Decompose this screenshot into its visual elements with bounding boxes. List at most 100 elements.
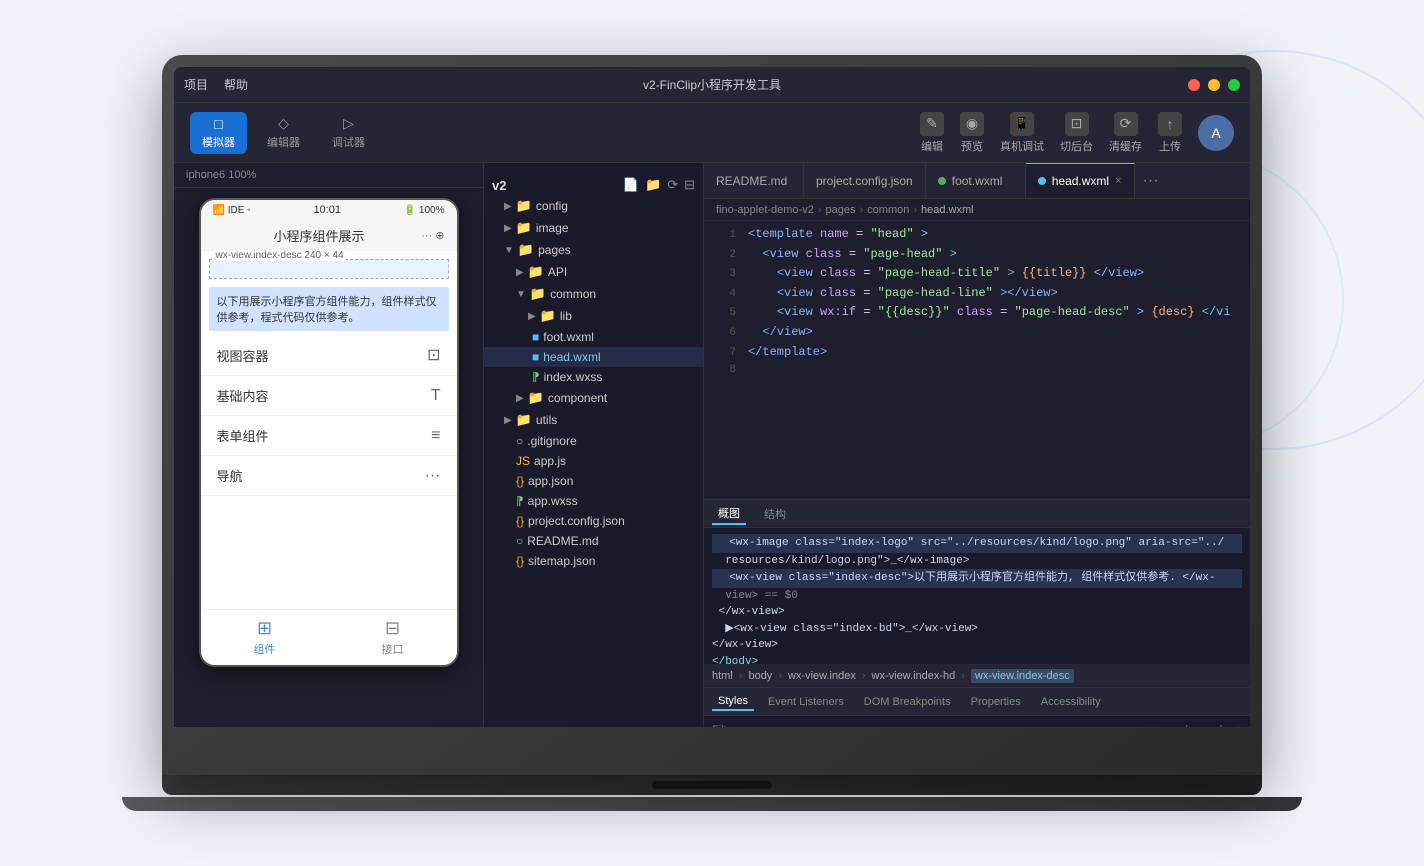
json-icon-app: {} bbox=[516, 474, 524, 488]
code-line-1: 1 <template name = "head" > bbox=[704, 225, 1250, 245]
code-editor-main[interactable]: 1 <template name = "head" > bbox=[704, 221, 1250, 499]
list-item-nav[interactable]: 导航 ··· bbox=[201, 456, 457, 496]
file-tree-actions: 📄 📁 ⟳ ⊟ bbox=[623, 177, 695, 193]
tab-project-config-label: project.config.json bbox=[816, 174, 913, 188]
refresh-icon[interactable]: ⟳ bbox=[667, 177, 678, 193]
inspector-tab-styles[interactable]: Styles bbox=[712, 693, 754, 711]
phone-title: 小程序组件展示 bbox=[274, 226, 365, 245]
editor-content: 1 <template name = "head" > bbox=[704, 221, 1250, 727]
upload-action[interactable]: ↑ 上传 bbox=[1158, 112, 1182, 154]
file-item-project-config[interactable]: {} project.config.json bbox=[484, 511, 703, 531]
inspector-tab-dom-breakpoints[interactable]: DOM Breakpoints bbox=[858, 694, 957, 710]
bottom-code-view[interactable]: <wx-image class="index-logo" src="../res… bbox=[704, 528, 1250, 664]
file-item-app-js[interactable]: JS app.js bbox=[484, 451, 703, 471]
dom-item-wx-view-index-hd[interactable]: wx-view.index-hd bbox=[872, 670, 956, 682]
filter-hint-hov[interactable]: :hov bbox=[1182, 724, 1203, 727]
edit-action[interactable]: ✎ 编辑 bbox=[920, 112, 944, 154]
simulator-label: 模拟器 bbox=[202, 134, 235, 150]
phone-nav-components[interactable]: ⊞ 组件 bbox=[201, 610, 329, 665]
preview-action[interactable]: ◉ 预览 bbox=[960, 112, 984, 154]
list-item-basic[interactable]: 基础内容 T bbox=[201, 376, 457, 416]
new-folder-icon[interactable]: 📁 bbox=[645, 177, 661, 193]
toolbar-left: □ 模拟器 ◇ 编辑器 ▷ 调试器 bbox=[190, 111, 377, 154]
real-debug-action[interactable]: 📱 真机调试 bbox=[1000, 112, 1044, 154]
file-item-app-json[interactable]: {} app.json bbox=[484, 471, 703, 491]
phone-nav-interface[interactable]: ⊟ 接口 bbox=[329, 610, 457, 665]
collapse-icon[interactable]: ⊟ bbox=[684, 177, 695, 193]
inspector-tab-event-listeners[interactable]: Event Listeners bbox=[762, 694, 850, 710]
file-item-lib[interactable]: ▶ 📁 lib bbox=[484, 305, 703, 327]
bottom-code-text-desc: <wx-view class="index-desc">以下用展示小程序官方组件… bbox=[716, 572, 1215, 584]
code-line-3: 3 <view class = "page-head-title" > {{ti… bbox=[704, 264, 1250, 284]
chevron-icon-api: ▶ bbox=[516, 267, 524, 278]
background-action[interactable]: ⊡ 切后台 bbox=[1060, 112, 1093, 154]
js-icon-app: JS bbox=[516, 454, 530, 468]
file-item-head-wxml[interactable]: ■ head.wxml bbox=[484, 347, 703, 367]
file-name-readme: README.md bbox=[527, 534, 598, 548]
file-name-image: image bbox=[536, 221, 569, 235]
line-num-8: 8 bbox=[712, 362, 736, 380]
bottom-tab-html[interactable]: 概图 bbox=[712, 503, 746, 525]
file-item-api[interactable]: ▶ 📁 API bbox=[484, 261, 703, 283]
wxss-icon-index: ⁋ bbox=[532, 370, 540, 384]
tab-close-head[interactable]: × bbox=[1115, 175, 1121, 187]
clear-cache-label: 清缓存 bbox=[1109, 138, 1142, 154]
debugger-button[interactable]: ▷ 调试器 bbox=[320, 111, 377, 154]
main-content: iphone6 100% 📶 IDE ◦ 10:01 🔋 100% bbox=[174, 163, 1250, 727]
list-item-icon-1: ⊡ bbox=[427, 345, 440, 365]
window-controls bbox=[1188, 79, 1240, 91]
file-item-app-wxss[interactable]: ⁋ app.wxss bbox=[484, 491, 703, 511]
file-item-pages[interactable]: ▼ 📁 pages bbox=[484, 239, 703, 261]
inspector-tabs: Styles Event Listeners DOM Breakpoints P… bbox=[704, 688, 1250, 716]
tab-readme[interactable]: README.md bbox=[704, 163, 804, 198]
file-item-config[interactable]: ▶ 📁 config bbox=[484, 195, 703, 217]
bottom-code-text-desc2: view> == $0 bbox=[712, 590, 798, 602]
file-item-utils[interactable]: ▶ 📁 utils bbox=[484, 409, 703, 431]
toolbar-right: ✎ 编辑 ◉ 预览 📱 真机调试 ⊡ 切后台 bbox=[920, 112, 1234, 154]
file-item-index-wxss[interactable]: ⁋ index.wxss bbox=[484, 367, 703, 387]
simulator-button[interactable]: □ 模拟器 bbox=[190, 112, 247, 154]
file-item-readme[interactable]: ○ README.md bbox=[484, 531, 703, 551]
device-preview: 📶 IDE ◦ 10:01 🔋 100% · 小程序组件展示 ··· ⊕ bbox=[174, 188, 483, 727]
inspector-tab-accessibility[interactable]: Accessibility bbox=[1035, 694, 1107, 710]
file-item-component[interactable]: ▶ 📁 component bbox=[484, 387, 703, 409]
menu-item-help[interactable]: 帮助 bbox=[224, 76, 248, 93]
new-file-icon[interactable]: 📄 bbox=[623, 177, 639, 193]
close-button[interactable] bbox=[1188, 79, 1200, 91]
file-item-common[interactable]: ▼ 📁 common bbox=[484, 283, 703, 305]
tab-foot-wxml[interactable]: foot.wxml bbox=[926, 163, 1026, 198]
inspector-tab-properties[interactable]: Properties bbox=[965, 694, 1027, 710]
list-item-form[interactable]: 表单组件 ≡ bbox=[201, 416, 457, 456]
dom-item-html[interactable]: html bbox=[712, 670, 733, 682]
filter-hint-cls[interactable]: .cls bbox=[1211, 724, 1228, 727]
menu-item-project[interactable]: 项目 bbox=[184, 76, 208, 93]
filter-bar: :hov .cls + bbox=[704, 716, 1250, 727]
tab-head-wxml[interactable]: head.wxml × bbox=[1026, 163, 1135, 198]
filter-hint-plus[interactable]: + bbox=[1236, 724, 1242, 727]
file-item-gitignore[interactable]: ○ .gitignore bbox=[484, 431, 703, 451]
tab-more-button[interactable]: ··· bbox=[1135, 172, 1167, 190]
dom-item-wx-view-index[interactable]: wx-view.index bbox=[788, 670, 856, 682]
file-item-foot-wxml[interactable]: ■ foot.wxml bbox=[484, 327, 703, 347]
maximize-button[interactable] bbox=[1228, 79, 1240, 91]
file-item-image[interactable]: ▶ 📁 image bbox=[484, 217, 703, 239]
user-avatar[interactable]: A bbox=[1198, 115, 1234, 151]
bottom-tab-log[interactable]: 结构 bbox=[758, 504, 792, 524]
dom-item-wx-view-index-desc[interactable]: wx-view.index-desc bbox=[971, 669, 1074, 683]
editor-label: 编辑器 bbox=[267, 134, 300, 150]
highlight-label: wx-view.index-desc 240 × 44 bbox=[214, 250, 346, 261]
filter-input[interactable] bbox=[712, 724, 1174, 727]
phone-title-actions[interactable]: ··· ⊕ bbox=[421, 229, 444, 242]
phone-highlight-element: wx-view.index-desc 240 × 44 bbox=[209, 259, 449, 279]
tab-project-config[interactable]: project.config.json bbox=[804, 163, 926, 198]
file-tree-header-row: v2 📄 📁 ⟳ ⊟ bbox=[484, 171, 703, 195]
file-item-sitemap[interactable]: {} sitemap.json bbox=[484, 551, 703, 571]
minimize-button[interactable] bbox=[1208, 79, 1220, 91]
clear-cache-action[interactable]: ⟳ 清缓存 bbox=[1109, 112, 1142, 154]
title-bar: 项目 帮助 v2-FinClip小程序开发工具 bbox=[174, 67, 1250, 103]
bottom-code-text-logo: <wx-image class="index-logo" src="../res… bbox=[716, 537, 1224, 549]
editor-button[interactable]: ◇ 编辑器 bbox=[255, 111, 312, 154]
list-item-view-container[interactable]: 视图容器 ⊡ bbox=[201, 335, 457, 376]
breadcrumb-current: head.wxml bbox=[921, 204, 974, 216]
dom-item-body[interactable]: body bbox=[748, 670, 772, 682]
